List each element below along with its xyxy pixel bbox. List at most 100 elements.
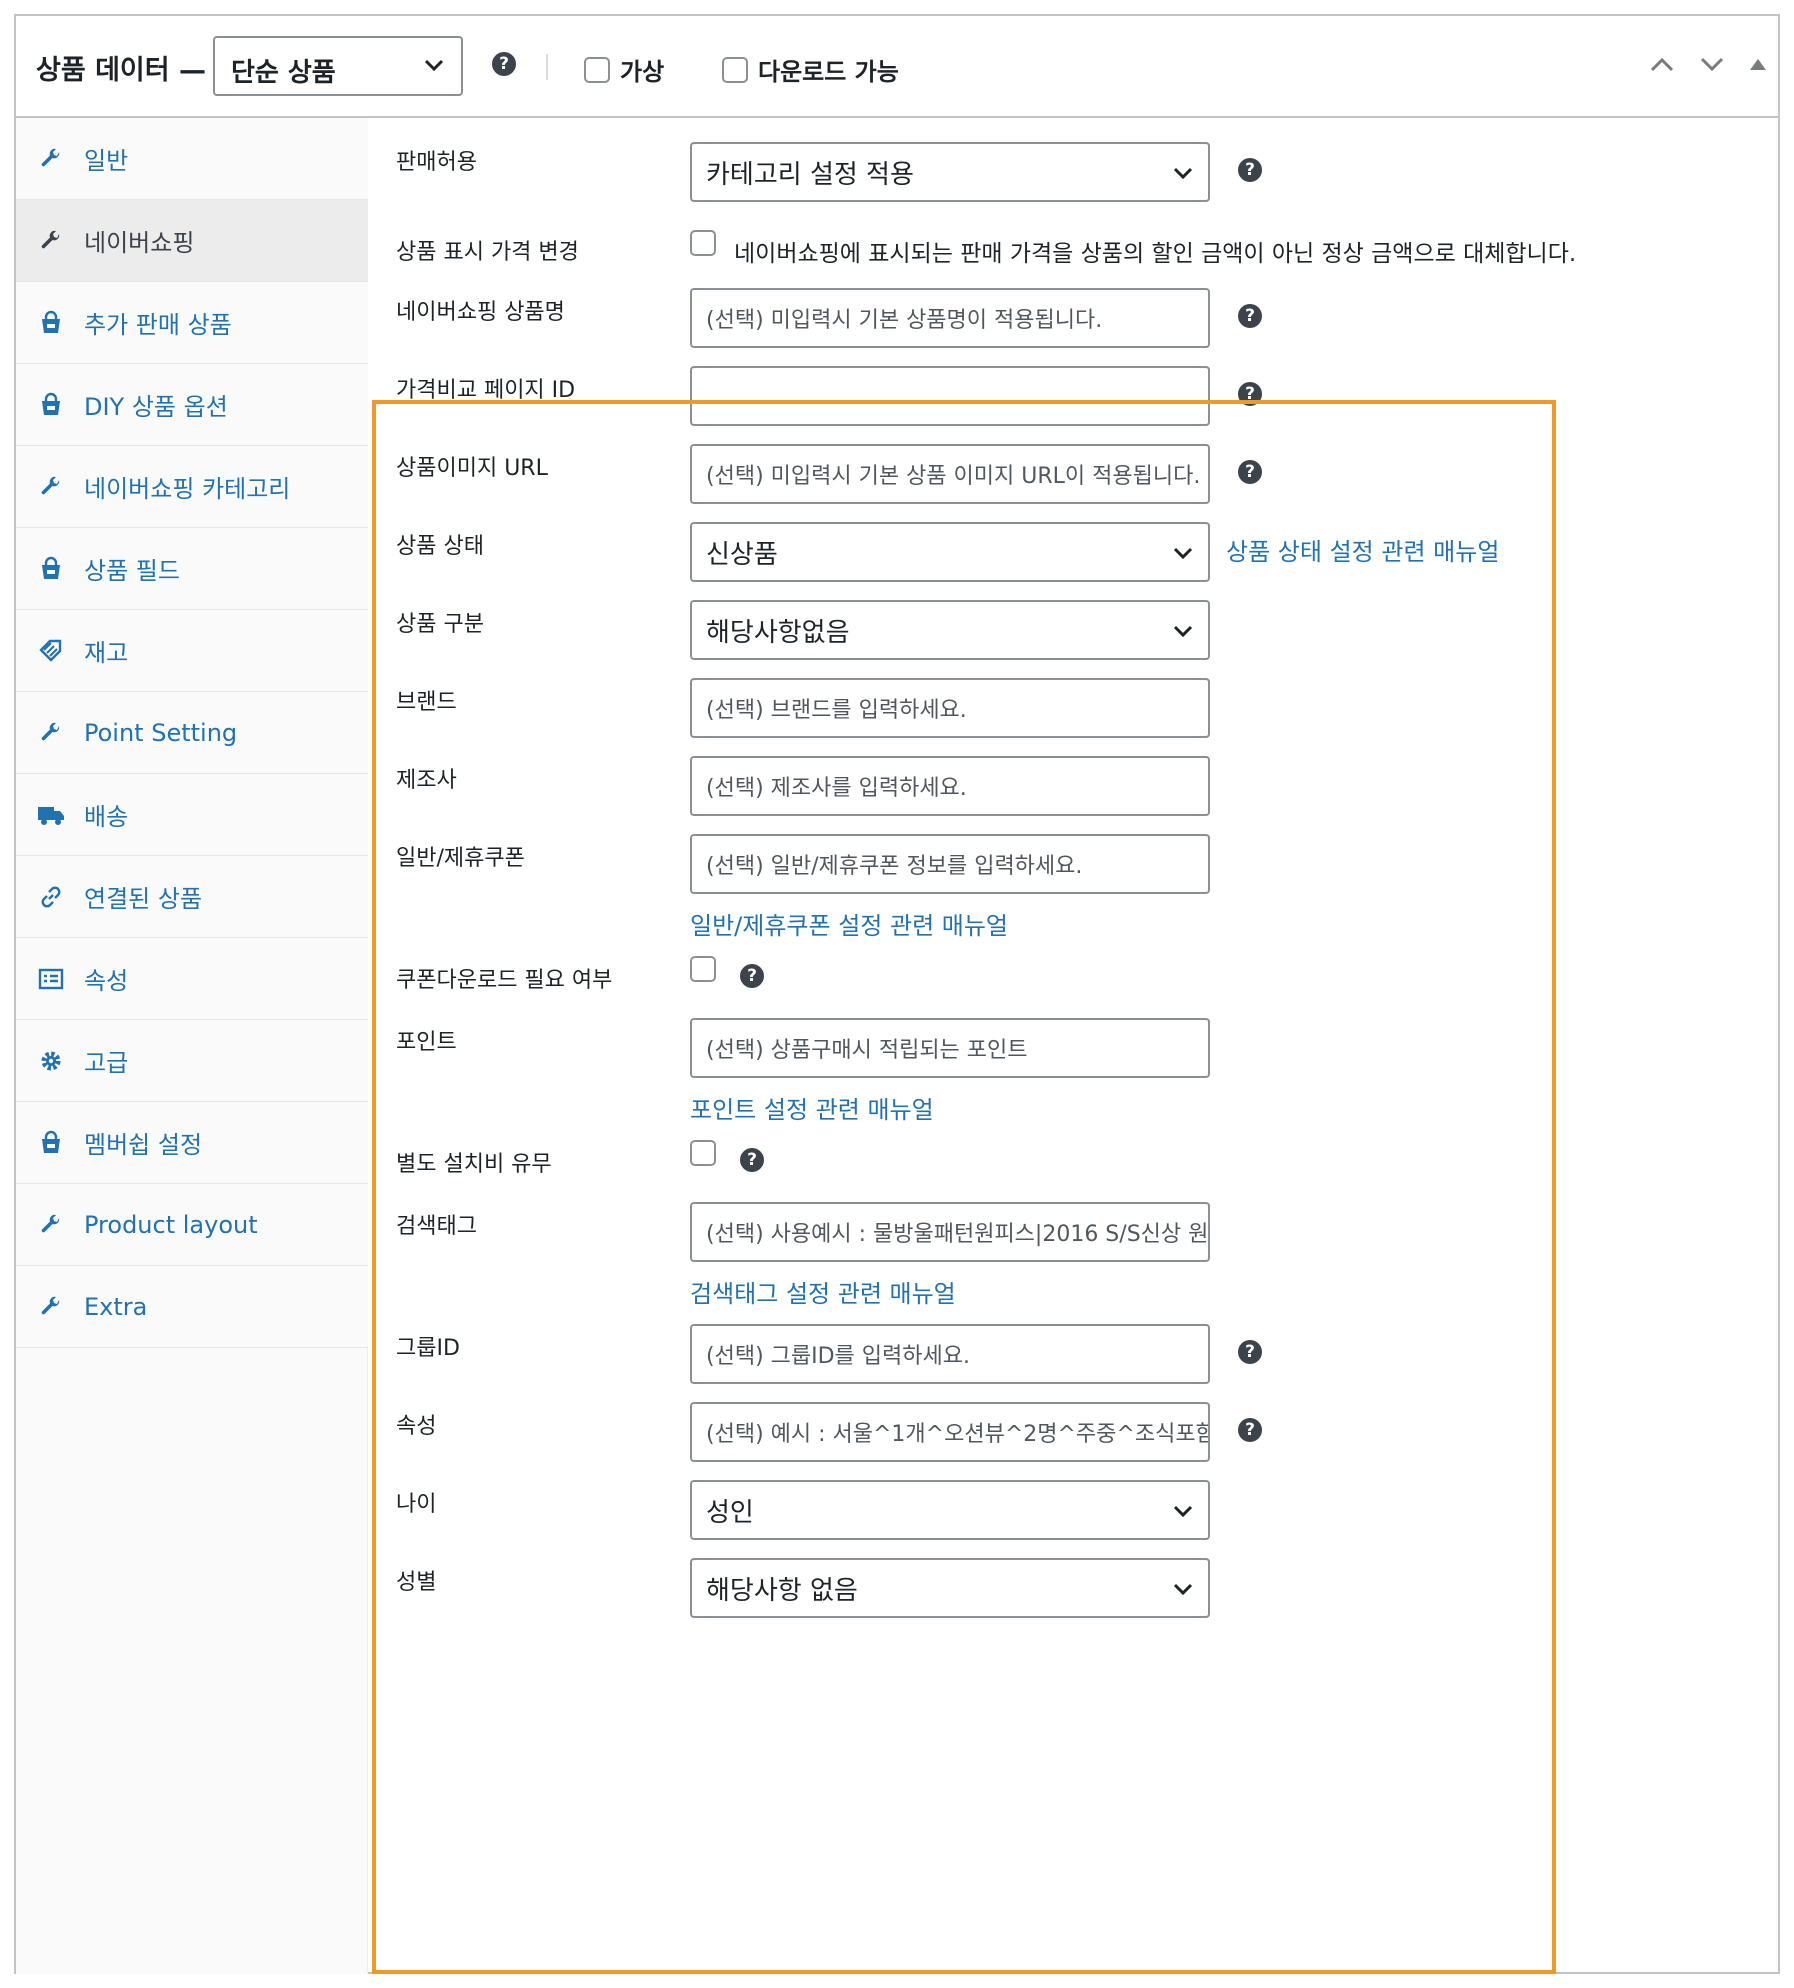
sidebar-tab[interactable]: 배송: [16, 774, 368, 856]
collapse-icon[interactable]: [1748, 54, 1768, 78]
tag-icon: [36, 636, 66, 666]
point-manual-link[interactable]: 포인트 설정 관련 매뉴얼: [690, 1090, 934, 1125]
downloadable-checkbox[interactable]: [722, 56, 748, 83]
sidebar-tab-label: 고급: [84, 1049, 129, 1077]
age-select[interactable]: 성인: [690, 1480, 1210, 1540]
product-name-input[interactable]: (선택) 미입력시 기본 상품명이 적용됩니다.: [690, 288, 1210, 348]
price-display-description: 네이버쇼핑에 표시되는 판매 가격을 상품의 할인 금액이 아닌 정상 금액으로…: [734, 241, 1577, 267]
help-icon[interactable]: ?: [1238, 382, 1262, 406]
gender-label: 성별: [396, 1570, 437, 1595]
move-down-icon[interactable]: [1698, 50, 1726, 82]
classification-value: 해당사항없음: [706, 617, 850, 648]
sale-allowed-select[interactable]: 카테고리 설정 적용: [690, 142, 1210, 202]
condition-manual-link[interactable]: 상품 상태 설정 관련 매뉴얼: [1226, 532, 1499, 567]
attribute-input[interactable]: (선택) 예시 : 서울^1개^오션뷰^2명^주중^조식포함: [690, 1402, 1210, 1462]
move-up-icon[interactable]: [1648, 50, 1676, 82]
classification-select[interactable]: 해당사항없음: [690, 600, 1210, 660]
price-display-label: 상품 표시 가격 변경: [396, 240, 579, 265]
wrench-icon: [36, 226, 66, 256]
install-fee-label: 별도 설치비 유무: [396, 1152, 552, 1177]
group-id-input[interactable]: (선택) 그룹ID를 입력하세요.: [690, 1324, 1210, 1384]
help-icon[interactable]: ?: [1238, 304, 1262, 328]
sidebar-tab-label: 재고: [84, 639, 129, 667]
sidebar-tab-label: 네이버쇼핑: [84, 229, 195, 257]
condition-label: 상품 상태: [396, 534, 484, 559]
brand-input[interactable]: (선택) 브랜드를 입력하세요.: [690, 678, 1210, 738]
classification-label: 상품 구분: [396, 612, 484, 637]
truck-icon: [36, 800, 66, 830]
search-tag-manual-link[interactable]: 검색태그 설정 관련 매뉴얼: [690, 1274, 956, 1309]
sidebar-tab-label: Point Setting: [84, 718, 238, 747]
help-icon[interactable]: ?: [1238, 460, 1262, 484]
bag-icon: [36, 1128, 66, 1158]
age-value: 성인: [706, 1497, 754, 1528]
sale-allowed-value: 카테고리 설정 적용: [706, 159, 914, 190]
coupon-manual-link[interactable]: 일반/제휴쿠폰 설정 관련 매뉴얼: [690, 906, 1008, 941]
sidebar-tab[interactable]: DIY 상품 옵션: [16, 364, 368, 446]
sidebar-tab-label: 멤버쉽 설정: [84, 1131, 203, 1159]
condition-select[interactable]: 신상품: [690, 522, 1210, 582]
bag-icon: [36, 308, 66, 338]
help-icon[interactable]: ?: [1238, 1418, 1262, 1442]
help-icon[interactable]: ?: [492, 52, 516, 76]
compare-id-label: 가격비교 페이지 ID: [396, 378, 576, 403]
help-icon[interactable]: ?: [1238, 1340, 1262, 1364]
virtual-checkbox[interactable]: [584, 56, 610, 83]
chevron-down-icon: [1170, 618, 1196, 651]
coupon-download-label: 쿠폰다운로드 필요 여부: [396, 968, 613, 993]
sidebar-tab[interactable]: 재고: [16, 610, 368, 692]
gender-value: 해당사항 없음: [706, 1575, 858, 1606]
sidebar-tab-label: 상품 필드: [84, 557, 180, 585]
condition-value: 신상품: [706, 539, 778, 570]
attribute-label: 속성: [396, 1414, 437, 1439]
sidebar-tab-label: Extra: [84, 1292, 148, 1321]
bag-icon: [36, 554, 66, 584]
sidebar-tab[interactable]: 네이버쇼핑: [16, 200, 368, 282]
bag-icon: [36, 390, 66, 420]
image-url-input[interactable]: (선택) 미입력시 기본 상품 이미지 URL이 적용됩니다.: [690, 444, 1210, 504]
gender-select[interactable]: 해당사항 없음: [690, 1558, 1210, 1618]
chevron-down-icon: [1170, 1576, 1196, 1609]
help-icon[interactable]: ?: [1238, 158, 1262, 182]
panel-header: 상품 데이터 — 단순 상품 ? 가상 다운로드 가능: [16, 16, 1778, 118]
sidebar-tab[interactable]: 상품 필드: [16, 528, 368, 610]
sidebar-tab[interactable]: 연결된 상품: [16, 856, 368, 938]
sidebar-tab[interactable]: 멤버쉽 설정: [16, 1102, 368, 1184]
panel-controls: [1648, 50, 1768, 82]
sidebar-tab[interactable]: Extra: [16, 1266, 368, 1348]
sidebar-tab[interactable]: Point Setting: [16, 692, 368, 774]
sidebar-tab-label: 추가 판매 상품: [84, 311, 232, 339]
image-url-label: 상품이미지 URL: [396, 456, 548, 481]
group-id-label: 그룹ID: [396, 1336, 460, 1361]
sidebar-tab[interactable]: 고급: [16, 1020, 368, 1102]
gear-icon: [36, 1046, 66, 1076]
compare-id-input[interactable]: [690, 366, 1210, 426]
sidebar-tab[interactable]: 속성: [16, 938, 368, 1020]
product-name-label: 네이버쇼핑 상품명: [396, 300, 565, 325]
sale-allowed-label: 판매허용: [396, 150, 477, 175]
link-icon: [36, 882, 66, 912]
sidebar-tab[interactable]: 네이버쇼핑 카테고리: [16, 446, 368, 528]
virtual-checkbox-wrap[interactable]: 가상: [584, 52, 664, 87]
wrench-icon: [36, 144, 66, 174]
help-icon[interactable]: ?: [740, 964, 764, 988]
sidebar-tab-label: 일반: [84, 147, 129, 175]
downloadable-label: 다운로드 가능: [758, 58, 899, 86]
sidebar-tab[interactable]: 추가 판매 상품: [16, 282, 368, 364]
search-tag-input[interactable]: (선택) 사용예시 : 물방울패턴원피스|2016 S/S신상 원: [690, 1202, 1210, 1262]
brand-label: 브랜드: [396, 690, 457, 715]
sidebar-tab-label: DIY 상품 옵션: [84, 393, 228, 421]
install-fee-checkbox[interactable]: [690, 1140, 716, 1166]
coupon-input[interactable]: (선택) 일반/제휴쿠폰 정보를 입력하세요.: [690, 834, 1210, 894]
sidebar-tab[interactable]: Product layout: [16, 1184, 368, 1266]
product-type-select[interactable]: 단순 상품: [213, 36, 463, 96]
chevron-down-icon: [1170, 1498, 1196, 1531]
price-display-checkbox[interactable]: [690, 230, 716, 256]
maker-input[interactable]: (선택) 제조사를 입력하세요.: [690, 756, 1210, 816]
point-input[interactable]: (선택) 상품구매시 적립되는 포인트: [690, 1018, 1210, 1078]
coupon-download-checkbox[interactable]: [690, 956, 716, 982]
downloadable-checkbox-wrap[interactable]: 다운로드 가능: [722, 52, 899, 87]
help-icon[interactable]: ?: [740, 1148, 764, 1172]
product-type-value: 단순 상품: [231, 58, 336, 88]
sidebar-tab[interactable]: 일반: [16, 118, 368, 200]
